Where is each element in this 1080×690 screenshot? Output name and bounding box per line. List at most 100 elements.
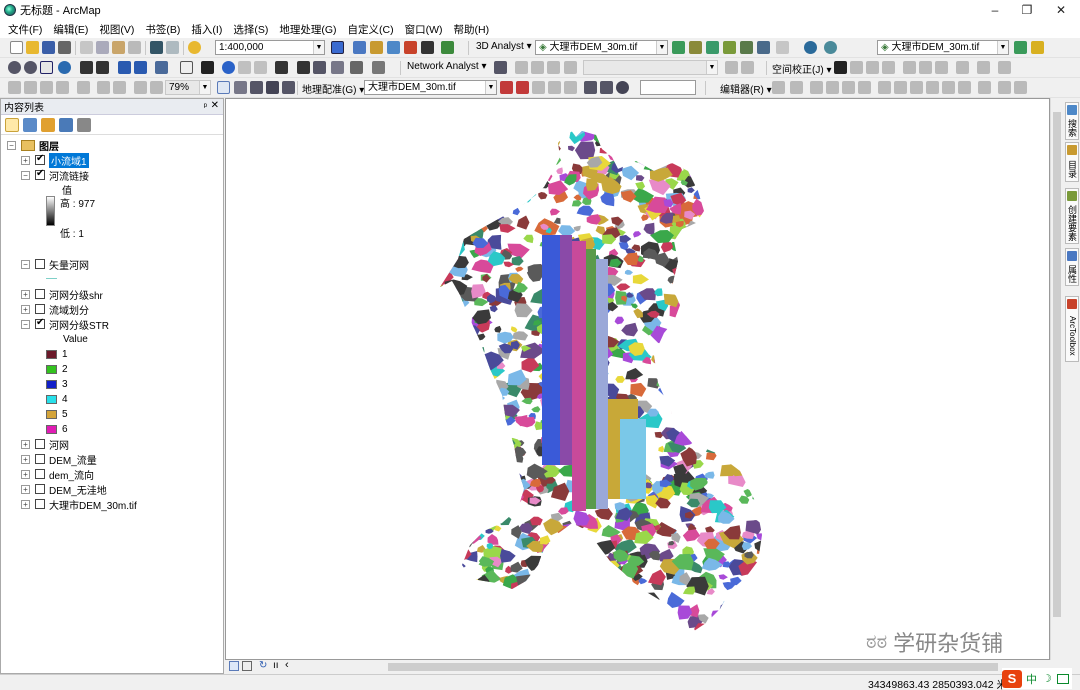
editor-menu[interactable]: 编辑器(R) ▾ bbox=[720, 81, 772, 96]
arctoolbox-icon[interactable] bbox=[404, 41, 417, 54]
select-features-icon[interactable] bbox=[155, 61, 168, 74]
expand-icon[interactable]: + bbox=[21, 439, 30, 449]
collapse-icon[interactable]: − bbox=[7, 140, 16, 150]
list-by-visibility-icon[interactable] bbox=[41, 118, 55, 132]
collapse-icon[interactable]: − bbox=[21, 170, 30, 180]
refresh-icon[interactable]: ↻ bbox=[259, 660, 267, 671]
layout-back-icon[interactable] bbox=[113, 81, 126, 94]
layer-name[interactable]: 流域划分 bbox=[49, 302, 89, 317]
layer-name[interactable]: 河流链接 bbox=[49, 168, 89, 183]
scroll-thumb[interactable] bbox=[1053, 112, 1061, 617]
expand-icon[interactable]: + bbox=[21, 469, 30, 479]
layer-row[interactable]: + DEM_无洼地 bbox=[21, 482, 107, 497]
legend-class-row[interactable]: 3 bbox=[46, 377, 68, 391]
menu-bookmarks[interactable]: 书签(B) bbox=[145, 22, 180, 37]
class-swatch[interactable] bbox=[46, 349, 57, 359]
time-slider-icon[interactable] bbox=[350, 61, 363, 74]
delete-icon[interactable] bbox=[128, 41, 141, 54]
cut-polygons-icon[interactable] bbox=[910, 81, 923, 94]
spatial-analyst-layer-combo[interactable]: ◈ 大理市DEM_30m.tif ▼ bbox=[877, 40, 1009, 55]
layer-row[interactable]: + 河网分级shr bbox=[21, 287, 103, 302]
contour-icon[interactable] bbox=[672, 41, 685, 54]
layout-zoom-in-icon[interactable] bbox=[8, 81, 21, 94]
new-displacement-link-icon[interactable] bbox=[850, 61, 863, 74]
line-symbol[interactable] bbox=[46, 278, 57, 279]
auto-registration-icon[interactable] bbox=[616, 81, 629, 94]
expand-icon[interactable]: + bbox=[21, 499, 30, 509]
interpolate-point-icon[interactable] bbox=[723, 41, 736, 54]
georef-magnifier-input[interactable] bbox=[640, 80, 696, 95]
straight-segment-icon[interactable] bbox=[810, 81, 823, 94]
menu-selection[interactable]: 选择(S) bbox=[233, 22, 268, 37]
layer-row[interactable]: + 河网 bbox=[21, 437, 69, 452]
sogou-ime-icon[interactable]: S bbox=[1002, 669, 1022, 688]
menu-view[interactable]: 视图(V) bbox=[99, 22, 134, 37]
search-tab[interactable]: 搜索 bbox=[1065, 102, 1079, 140]
forward-arrow-icon[interactable] bbox=[134, 61, 147, 74]
na-analysis-combo[interactable]: ▼ bbox=[583, 60, 718, 75]
clear-selection-icon[interactable] bbox=[180, 61, 193, 74]
legend-class-row[interactable]: 1 bbox=[46, 347, 68, 361]
select-link-icon[interactable] bbox=[564, 81, 577, 94]
expand-icon[interactable]: + bbox=[21, 289, 30, 299]
zoom-100-icon[interactable] bbox=[134, 81, 147, 94]
add-control-points-icon[interactable] bbox=[548, 81, 561, 94]
edge-match-icon[interactable] bbox=[977, 61, 990, 74]
edit-tool-arrow-icon[interactable] bbox=[834, 61, 847, 74]
layout-fixed-zoom-out-icon[interactable] bbox=[97, 81, 110, 94]
focus-data-frame-icon[interactable] bbox=[234, 81, 247, 94]
data-driven-pages-icon[interactable] bbox=[266, 81, 279, 94]
menu-customize[interactable]: 自定义(C) bbox=[348, 22, 394, 37]
modify-link-icon[interactable] bbox=[866, 61, 879, 74]
3d-analyst-layer-combo[interactable]: ◈ 大理市DEM_30m.tif ▼ bbox=[535, 40, 668, 55]
layer-name[interactable]: 大理市DEM_30m.tif bbox=[49, 497, 137, 512]
expand-icon[interactable]: + bbox=[21, 484, 30, 494]
layer-visibility-checkbox[interactable] bbox=[35, 153, 45, 165]
georeferencing-menu[interactable]: 地理配准(G) ▾ bbox=[302, 81, 364, 96]
ime-toolbar[interactable]: S 中 ☽ bbox=[1002, 668, 1072, 689]
attributes-tab[interactable]: 属性 bbox=[1065, 248, 1079, 286]
edit-tool-icon[interactable] bbox=[772, 81, 785, 94]
hyperlink-icon[interactable] bbox=[238, 61, 251, 74]
layer-visibility-checkbox[interactable] bbox=[35, 484, 45, 494]
rotate-edit-icon[interactable] bbox=[942, 81, 955, 94]
menu-geoprocessing[interactable]: 地理处理(G) bbox=[279, 22, 336, 37]
stretch-gradient-swatch[interactable] bbox=[46, 196, 55, 226]
legend-class-row[interactable]: 2 bbox=[46, 362, 68, 376]
list-by-selection-icon[interactable] bbox=[59, 118, 73, 132]
trace-icon[interactable] bbox=[842, 81, 855, 94]
arctoolbox-tab[interactable]: ArcToolbox bbox=[1065, 296, 1079, 362]
interpolate-line-icon[interactable] bbox=[740, 41, 753, 54]
python-window-icon[interactable] bbox=[421, 41, 434, 54]
network-analyst-menu[interactable]: Network Analyst ▾ bbox=[407, 61, 487, 72]
add-data-icon[interactable] bbox=[188, 41, 201, 54]
layer-row[interactable]: + 大理市DEM_30m.tif bbox=[21, 497, 137, 512]
fixed-zoom-out-icon[interactable] bbox=[96, 61, 109, 74]
keyboard-icon[interactable] bbox=[1056, 673, 1069, 684]
link-table-icon[interactable] bbox=[935, 61, 948, 74]
layer-visibility-checkbox[interactable] bbox=[35, 469, 45, 479]
end-point-arc-icon[interactable] bbox=[826, 81, 839, 94]
find-binoculars-icon[interactable] bbox=[297, 61, 310, 74]
shift-icon[interactable] bbox=[516, 81, 529, 94]
list-by-drawing-order-icon[interactable] bbox=[5, 118, 19, 132]
attributes-icon[interactable] bbox=[958, 81, 971, 94]
attribute-transfer-icon[interactable] bbox=[956, 61, 969, 74]
point-icon[interactable] bbox=[858, 81, 871, 94]
menu-edit[interactable]: 编辑(E) bbox=[53, 22, 88, 37]
collapse-icon[interactable]: − bbox=[21, 319, 30, 329]
layer-name[interactable]: 河网分级STR bbox=[49, 317, 109, 332]
paste-icon[interactable] bbox=[112, 41, 125, 54]
copy-icon[interactable] bbox=[96, 41, 109, 54]
select-elements-arrow-icon[interactable] bbox=[201, 61, 214, 74]
map-display[interactable] bbox=[225, 98, 1050, 660]
class-swatch[interactable] bbox=[46, 364, 57, 374]
zoom-in-icon[interactable] bbox=[8, 61, 21, 74]
na-directions-icon[interactable] bbox=[564, 61, 577, 74]
na-tool-icon[interactable] bbox=[741, 61, 754, 74]
map-scale-combo[interactable]: 1:400,000 ▼ bbox=[215, 40, 325, 55]
adjust-preview-icon[interactable] bbox=[998, 61, 1011, 74]
toc-close-icon[interactable]: ✕ bbox=[211, 100, 219, 111]
legend-class-row[interactable]: 4 bbox=[46, 392, 68, 406]
layout-forward-icon[interactable] bbox=[150, 81, 163, 94]
